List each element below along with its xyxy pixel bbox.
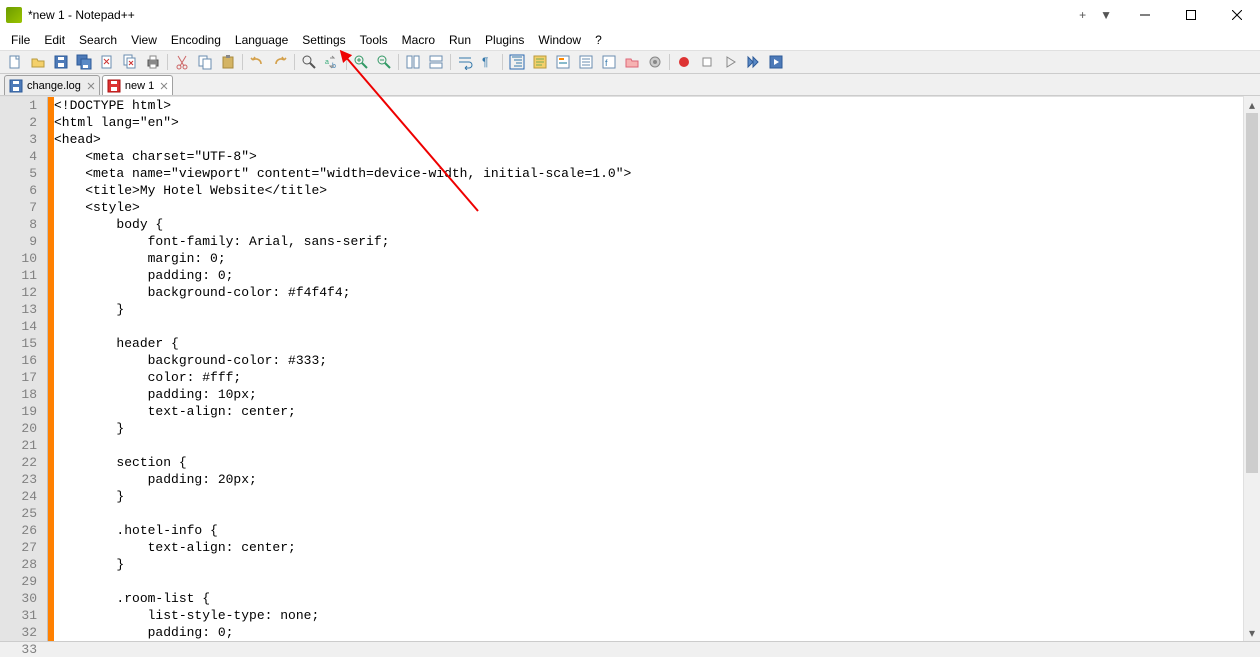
window-controls [1122,0,1260,30]
indent-guide-icon[interactable] [506,52,528,72]
scroll-up-icon[interactable]: ▴ [1244,96,1260,113]
save-all-icon[interactable] [73,52,95,72]
doc-map-icon[interactable] [552,52,574,72]
tab-bar: change.log new 1 [0,74,1260,96]
redo-icon[interactable] [269,52,291,72]
close-button[interactable] [1214,0,1260,30]
tab-label: new 1 [125,80,154,92]
menu-help[interactable]: ? [588,31,609,49]
close-all-icon[interactable] [119,52,141,72]
print-icon[interactable] [142,52,164,72]
tab-close-icon[interactable] [158,80,170,92]
menu-settings[interactable]: Settings [295,31,352,49]
save-state-unsaved-icon [107,79,121,93]
toolbar-separator [669,54,670,70]
tab-new1[interactable]: new 1 [102,75,173,95]
record-icon[interactable] [673,52,695,72]
folder-icon[interactable] [621,52,643,72]
scroll-down-icon[interactable]: ▾ [1244,624,1260,641]
menu-tools[interactable]: Tools [353,31,395,49]
doc-list-icon[interactable] [575,52,597,72]
toolbar-separator [294,54,295,70]
open-file-icon[interactable] [27,52,49,72]
find-icon[interactable] [298,52,320,72]
menu-macro[interactable]: Macro [395,31,442,49]
tab-close-icon[interactable] [85,80,97,92]
line-number-gutter[interactable]: 1234567891011121314151617181920212223242… [0,97,48,641]
show-all-icon[interactable]: ¶ [477,52,499,72]
paste-icon[interactable] [217,52,239,72]
stop-icon[interactable] [696,52,718,72]
save-state-saved-icon [9,79,23,93]
toolbar-separator [167,54,168,70]
toolbar-separator [242,54,243,70]
fastforward-icon[interactable] [742,52,764,72]
svg-text:¶: ¶ [482,55,488,69]
code-area[interactable]: <!DOCTYPE html><html lang="en"><head> <m… [54,97,1260,641]
undo-icon[interactable] [246,52,268,72]
minimize-button[interactable] [1122,0,1168,30]
new-file-icon[interactable] [4,52,26,72]
app-icon [6,7,22,23]
maximize-button[interactable] [1168,0,1214,30]
save-icon[interactable] [50,52,72,72]
replace-icon[interactable]: ab [321,52,343,72]
menu-search[interactable]: Search [72,31,124,49]
menu-window[interactable]: Window [531,31,588,49]
monitor-icon[interactable] [644,52,666,72]
aux-window-buttons: + ▼ [1079,8,1112,22]
plus-icon[interactable]: + [1079,8,1086,22]
tab-changelog[interactable]: change.log [4,75,100,95]
zoom-out-icon[interactable] [373,52,395,72]
vertical-scrollbar[interactable]: ▴ ▾ [1243,96,1260,641]
dropdown-icon[interactable]: ▼ [1100,8,1112,22]
play-icon[interactable] [719,52,741,72]
sync-v-icon[interactable] [402,52,424,72]
save-play-icon[interactable] [765,52,787,72]
toolbar-separator [346,54,347,70]
title-bar: *new 1 - Notepad++ + ▼ [0,0,1260,30]
udl-icon[interactable] [529,52,551,72]
tab-label: change.log [27,80,81,92]
menu-language[interactable]: Language [228,31,295,49]
menu-encoding[interactable]: Encoding [164,31,228,49]
scrollbar-thumb[interactable] [1246,113,1258,473]
sync-h-icon[interactable] [425,52,447,72]
func-list-icon[interactable]: f [598,52,620,72]
menu-bar: File Edit Search View Encoding Language … [0,30,1260,50]
menu-plugins[interactable]: Plugins [478,31,531,49]
menu-file[interactable]: File [4,31,37,49]
toolbar-separator [398,54,399,70]
toolbar: ab ¶ f [0,50,1260,74]
copy-icon[interactable] [194,52,216,72]
cut-icon[interactable] [171,52,193,72]
toolbar-separator [450,54,451,70]
svg-text:a: a [325,59,329,66]
menu-view[interactable]: View [124,31,164,49]
window-title: *new 1 - Notepad++ [28,8,1079,22]
menu-run[interactable]: Run [442,31,478,49]
status-bar [0,641,1260,657]
word-wrap-icon[interactable] [454,52,476,72]
editor: 1234567891011121314151617181920212223242… [0,96,1260,641]
toolbar-separator [502,54,503,70]
zoom-in-icon[interactable] [350,52,372,72]
close-icon[interactable] [96,52,118,72]
menu-edit[interactable]: Edit [37,31,72,49]
